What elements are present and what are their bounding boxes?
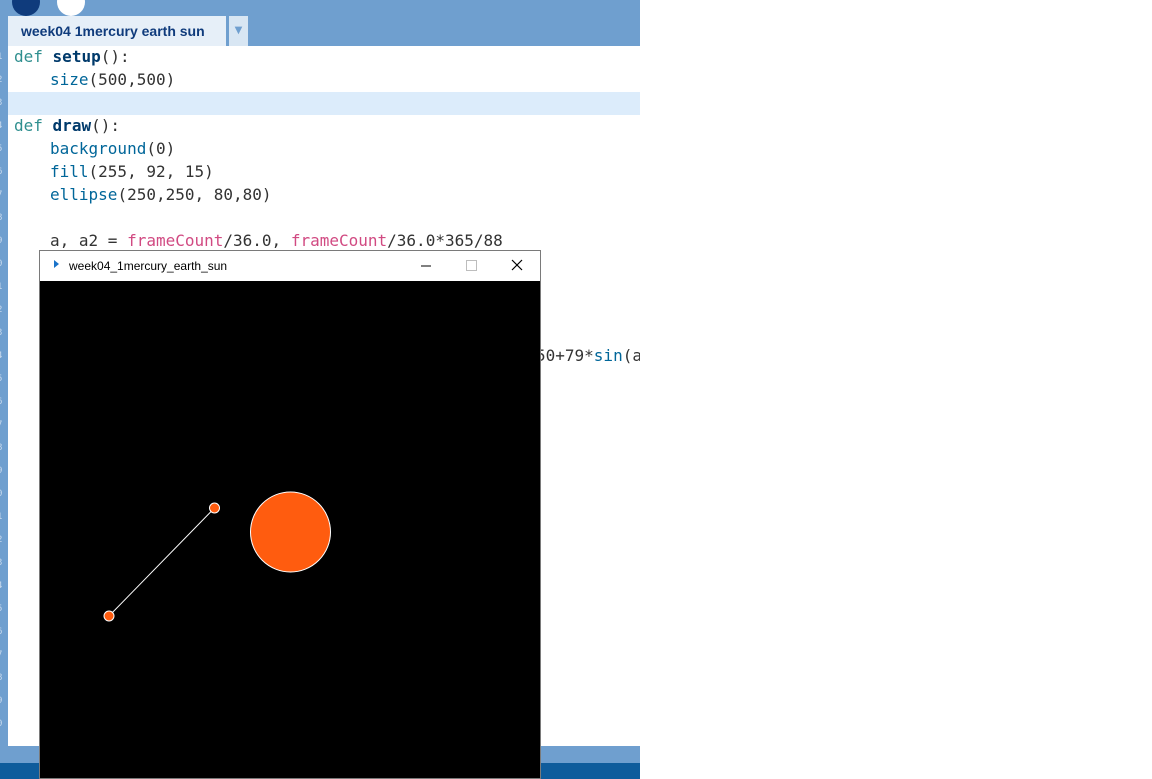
code-text: (255, 92, 15) [88,162,214,181]
line-number: 9 [0,230,6,253]
builtin-variable: frameCount [290,231,388,250]
function-call: size [50,70,89,89]
stop-icon[interactable] [57,0,85,16]
code-text: (0) [146,139,176,158]
function-call: background [50,139,147,158]
line-number: 7 [0,184,6,207]
maximize-button[interactable] [448,251,494,281]
line-number: 1 [0,46,6,69]
line-number: 5 [0,368,6,391]
triangle-down-icon: ▼ [234,25,243,36]
tab-bar: week04 1mercury earth sun ▼ [0,16,640,46]
window-titlebar[interactable]: week04_1mercury_earth_sun [40,251,540,281]
code-text: (): [100,47,130,66]
code-text: (): [91,116,120,135]
orbit-line [108,507,215,617]
line-number: 3 [0,322,6,345]
code-text: 50+79* [536,346,594,365]
line-number: 0 [0,713,6,736]
maximize-icon [466,260,477,271]
line-number: 0 [0,483,6,506]
line-number: 5 [0,138,6,161]
line-number: 6 [0,391,6,414]
code-line-7: ellipse(250,250, 80,80) [14,183,272,206]
line-number: 3 [0,92,6,115]
code-text: /36.0, [223,231,291,250]
toolbar [0,0,640,16]
line-number: 9 [0,690,6,713]
code-text: (250,250, 80,80) [117,185,272,204]
function-name: setup [52,47,101,66]
function-call: ellipse [50,185,118,204]
line-number: 7 [0,414,6,437]
keyword: def [14,47,43,66]
line-number: 2 [0,69,6,92]
sun [250,491,331,573]
code-line-5: background(0) [14,137,175,160]
line-number: 0 [0,253,6,276]
tab-label: week04 1mercury earth sun [21,23,205,39]
code-line-13-fragment: 50+79*sin(a2 [536,344,640,367]
close-icon [511,259,523,271]
run-icon[interactable] [12,0,40,16]
code-line-1: def setup(): [14,45,130,68]
line-number: 6 [0,161,6,184]
line-number: 1 [0,506,6,529]
sketch-canvas[interactable] [40,281,540,778]
tab-menu-button[interactable]: ▼ [228,16,248,46]
sketch-window: week04_1mercury_earth_sun [39,250,541,779]
close-button[interactable] [494,251,540,281]
minimize-button[interactable] [403,251,449,281]
line-number: 5 [0,598,6,621]
line-number-gutter: 1 2 3 4 5 6 7 8 9 0 1 2 3 4 5 6 7 8 9 0 … [0,46,8,746]
line-number: 4 [0,575,6,598]
line-number: 9 [0,460,6,483]
code-line-4: def draw(): [14,114,120,137]
code-line-2: size(500,500) [14,68,175,91]
builtin-variable: frameCount [127,231,224,250]
current-line-highlight [8,92,640,115]
function-call: sin [593,346,623,365]
line-number: 8 [0,207,6,230]
code-line-6: fill(255, 92, 15) [14,160,214,183]
line-number: 7 [0,644,6,667]
line-number: 1 [0,276,6,299]
code-text: /36.0*365/88 [387,231,503,250]
function-name: draw [52,116,92,135]
code-line-9: a, a2 = frameCount/36.0, frameCount/36.0… [14,229,503,252]
code-text: a, a2 = [50,231,128,250]
line-number: 6 [0,621,6,644]
line-number: 2 [0,299,6,322]
code-text: (a2 [622,346,640,365]
tab-sketch[interactable]: week04 1mercury earth sun [8,16,226,46]
minimize-icon [421,265,431,267]
line-number: 8 [0,437,6,460]
code-text: (500,500) [88,70,176,89]
window-title: week04_1mercury_earth_sun [69,259,228,273]
processing-app-icon [54,260,59,268]
keyword: def [14,116,43,135]
planet-earth [209,502,220,514]
line-number: 4 [0,345,6,368]
line-number: 4 [0,115,6,138]
function-call: fill [50,162,89,181]
line-number: 2 [0,529,6,552]
line-number: 3 [0,552,6,575]
planet-mercury [103,610,115,622]
line-number: 8 [0,667,6,690]
